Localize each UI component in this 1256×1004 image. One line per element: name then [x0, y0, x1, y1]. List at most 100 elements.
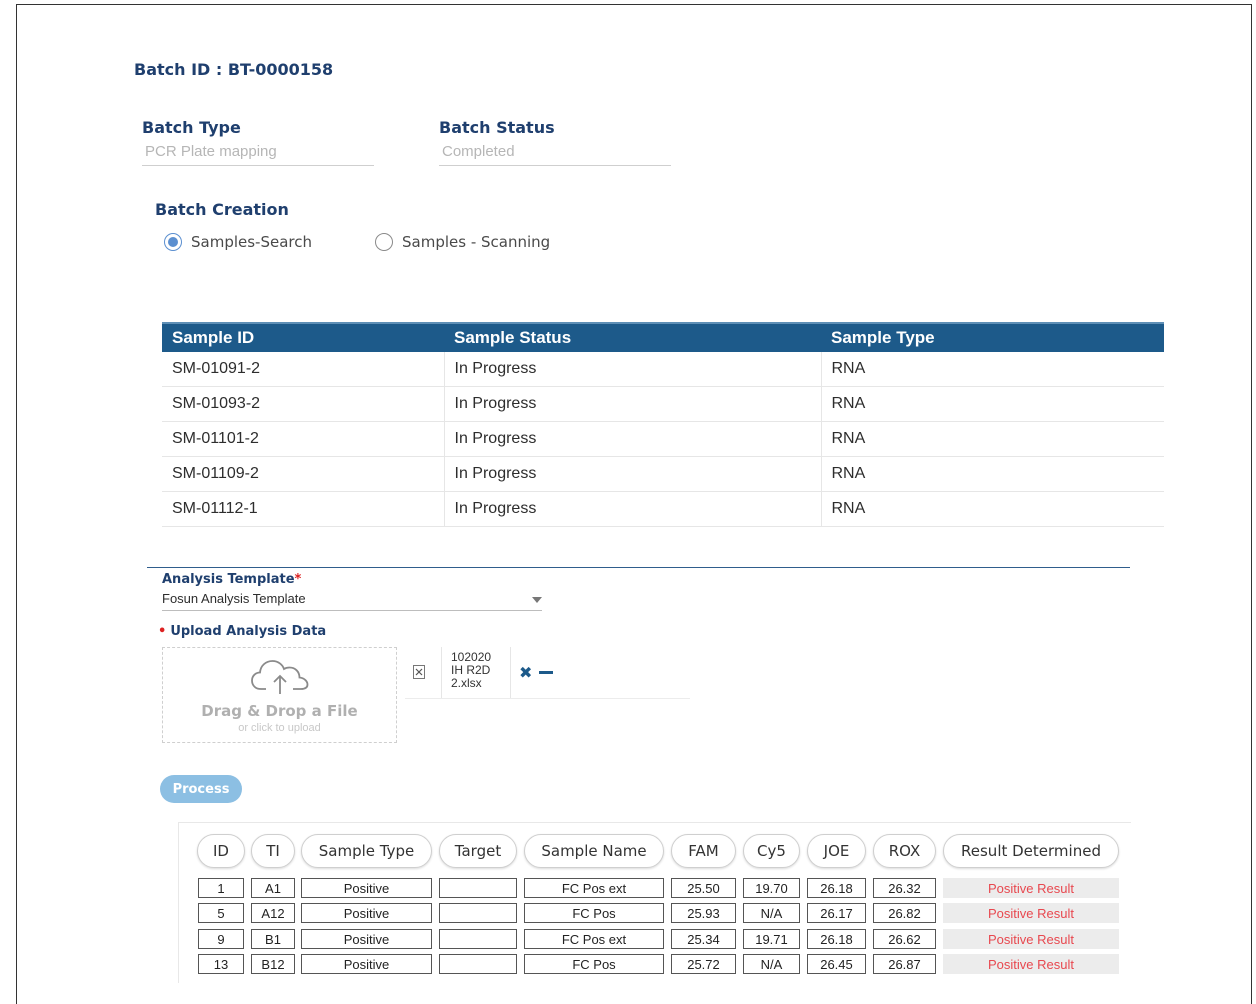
col-fam[interactable]: FAM [671, 834, 736, 868]
cell-sample-type: RNA [820, 352, 1164, 387]
cell-ti: B12 [251, 954, 295, 974]
cell-cy5: 19.70 [743, 878, 800, 898]
cell-rox: 26.87 [873, 954, 936, 974]
analysis-template-select[interactable]: Fosun Analysis Template [162, 591, 542, 611]
table-row[interactable]: SM-01093-2 In Progress RNA [162, 386, 1164, 422]
excel-file-icon [413, 665, 425, 679]
cell-sample-status: In Progress [443, 491, 821, 527]
cell-id: 5 [198, 903, 244, 923]
cell-sample-type: Positive [301, 929, 432, 949]
batch-status-field: Batch Status Completed [439, 118, 671, 166]
cell-sample-type: RNA [820, 456, 1164, 492]
radio-samples-scanning-label: Samples - Scanning [402, 233, 551, 251]
section-divider [147, 567, 1130, 568]
cell-ti: B1 [251, 929, 295, 949]
radio-selected-icon[interactable] [164, 233, 182, 251]
radio-unselected-icon[interactable] [375, 233, 393, 251]
radio-samples-search[interactable]: Samples-Search [164, 233, 312, 251]
cell-sample-type: Positive [301, 878, 432, 898]
required-dot: • [158, 624, 167, 639]
col-rox[interactable]: ROX [873, 834, 936, 868]
col-sample-type[interactable]: Sample Type [821, 322, 1164, 352]
col-sample-id[interactable]: Sample ID [162, 322, 444, 352]
cell-ti: A1 [251, 878, 295, 898]
cell-sample-status: In Progress [443, 421, 821, 457]
col-sample-status[interactable]: Sample Status [444, 322, 821, 352]
cell-result: Positive Result [943, 878, 1119, 898]
table-row[interactable]: SM-01109-2 In Progress RNA [162, 456, 1164, 492]
cell-sample-type: RNA [820, 421, 1164, 457]
cell-rox: 26.82 [873, 903, 936, 923]
cell-joe: 26.45 [807, 954, 866, 974]
remove-x-icon[interactable]: ✖ [519, 663, 532, 682]
cell-sample-name: FC Pos [524, 954, 664, 974]
analysis-template-value: Fosun Analysis Template [162, 591, 306, 606]
table-row[interactable]: SM-01101-2 In Progress RNA [162, 421, 1164, 457]
cell-sample-id: SM-01112-1 [162, 491, 444, 527]
cell-sample-status: In Progress [443, 386, 821, 422]
cell-sample-type: RNA [820, 386, 1164, 422]
cell-sample-type: Positive [301, 954, 432, 974]
cell-id: 1 [198, 878, 244, 898]
uploaded-file-row: 102020 IH R2D 2.xlsx ✖ [405, 647, 690, 699]
cell-target[interactable] [439, 903, 517, 923]
cell-result: Positive Result [943, 929, 1119, 949]
col-sample-type[interactable]: Sample Type [301, 834, 432, 868]
cell-sample-type: RNA [820, 491, 1164, 527]
analysis-template-label: Analysis Template* [162, 572, 301, 587]
cell-sample-id: SM-01091-2 [162, 352, 444, 387]
table-row[interactable]: SM-01091-2 In Progress RNA [162, 352, 1164, 387]
col-ti[interactable]: TI [251, 834, 295, 868]
cell-cy5: N/A [743, 903, 800, 923]
cell-rox: 26.32 [873, 878, 936, 898]
col-joe[interactable]: JOE [807, 834, 866, 868]
batch-id-title: Batch ID : BT-0000158 [134, 60, 334, 79]
samples-table-header: Sample ID Sample Status Sample Type [162, 322, 1164, 352]
cell-joe: 26.18 [807, 929, 866, 949]
cell-target[interactable] [439, 954, 517, 974]
cell-sample-status: In Progress [443, 456, 821, 492]
batch-type-field: Batch Type PCR Plate mapping [142, 118, 374, 166]
batch-status-label: Batch Status [439, 118, 555, 137]
cell-fam: 25.50 [671, 878, 736, 898]
cell-target[interactable] [439, 878, 517, 898]
upload-analysis-label-text: Upload Analysis Data [170, 624, 327, 639]
col-result-determined[interactable]: Result Determined [943, 834, 1119, 868]
cell-sample-name: FC Pos [524, 903, 664, 923]
cell-target[interactable] [439, 929, 517, 949]
cell-result: Positive Result [943, 903, 1119, 923]
cell-sample-id: SM-01101-2 [162, 421, 444, 457]
required-asterisk: * [294, 572, 302, 587]
cell-sample-status: In Progress [443, 352, 821, 387]
uploaded-file-name: 102020 IH R2D 2.xlsx [441, 647, 511, 698]
col-sample-name[interactable]: Sample Name [524, 834, 664, 868]
radio-samples-scanning[interactable]: Samples - Scanning [375, 233, 550, 251]
cell-sample-name: FC Pos ext [524, 878, 664, 898]
col-target[interactable]: Target [439, 834, 517, 868]
col-cy5[interactable]: Cy5 [743, 834, 800, 868]
analysis-template-label-text: Analysis Template [162, 572, 295, 587]
cell-cy5: 19.71 [743, 929, 800, 949]
dropzone-subtitle: or click to upload [238, 722, 321, 734]
batch-type-value: PCR Plate mapping [142, 143, 374, 166]
cell-sample-id: SM-01109-2 [162, 456, 444, 492]
radio-samples-search-label: Samples-Search [191, 233, 313, 251]
minus-icon[interactable] [539, 671, 553, 674]
cell-result: Positive Result [943, 954, 1119, 974]
cell-fam: 25.72 [671, 954, 736, 974]
col-id[interactable]: ID [197, 834, 245, 868]
table-row[interactable]: SM-01112-1 In Progress RNA [162, 491, 1164, 527]
process-button[interactable]: Process [160, 775, 242, 803]
batch-type-label: Batch Type [142, 118, 241, 137]
chevron-down-icon[interactable] [532, 597, 542, 603]
upload-cloud-icon [250, 660, 308, 694]
batch-creation-title: Batch Creation [155, 200, 289, 219]
cell-sample-name: FC Pos ext [524, 929, 664, 949]
file-name-line: 2.xlsx [451, 676, 482, 690]
file-dropzone[interactable]: Drag & Drop a File or click to upload [162, 647, 397, 743]
cell-sample-id: SM-01093-2 [162, 386, 444, 422]
cell-ti: A12 [251, 903, 295, 923]
cell-sample-type: Positive [301, 903, 432, 923]
batch-status-value: Completed [439, 143, 671, 166]
samples-table: Sample ID Sample Status Sample Type SM-0… [162, 322, 1164, 527]
